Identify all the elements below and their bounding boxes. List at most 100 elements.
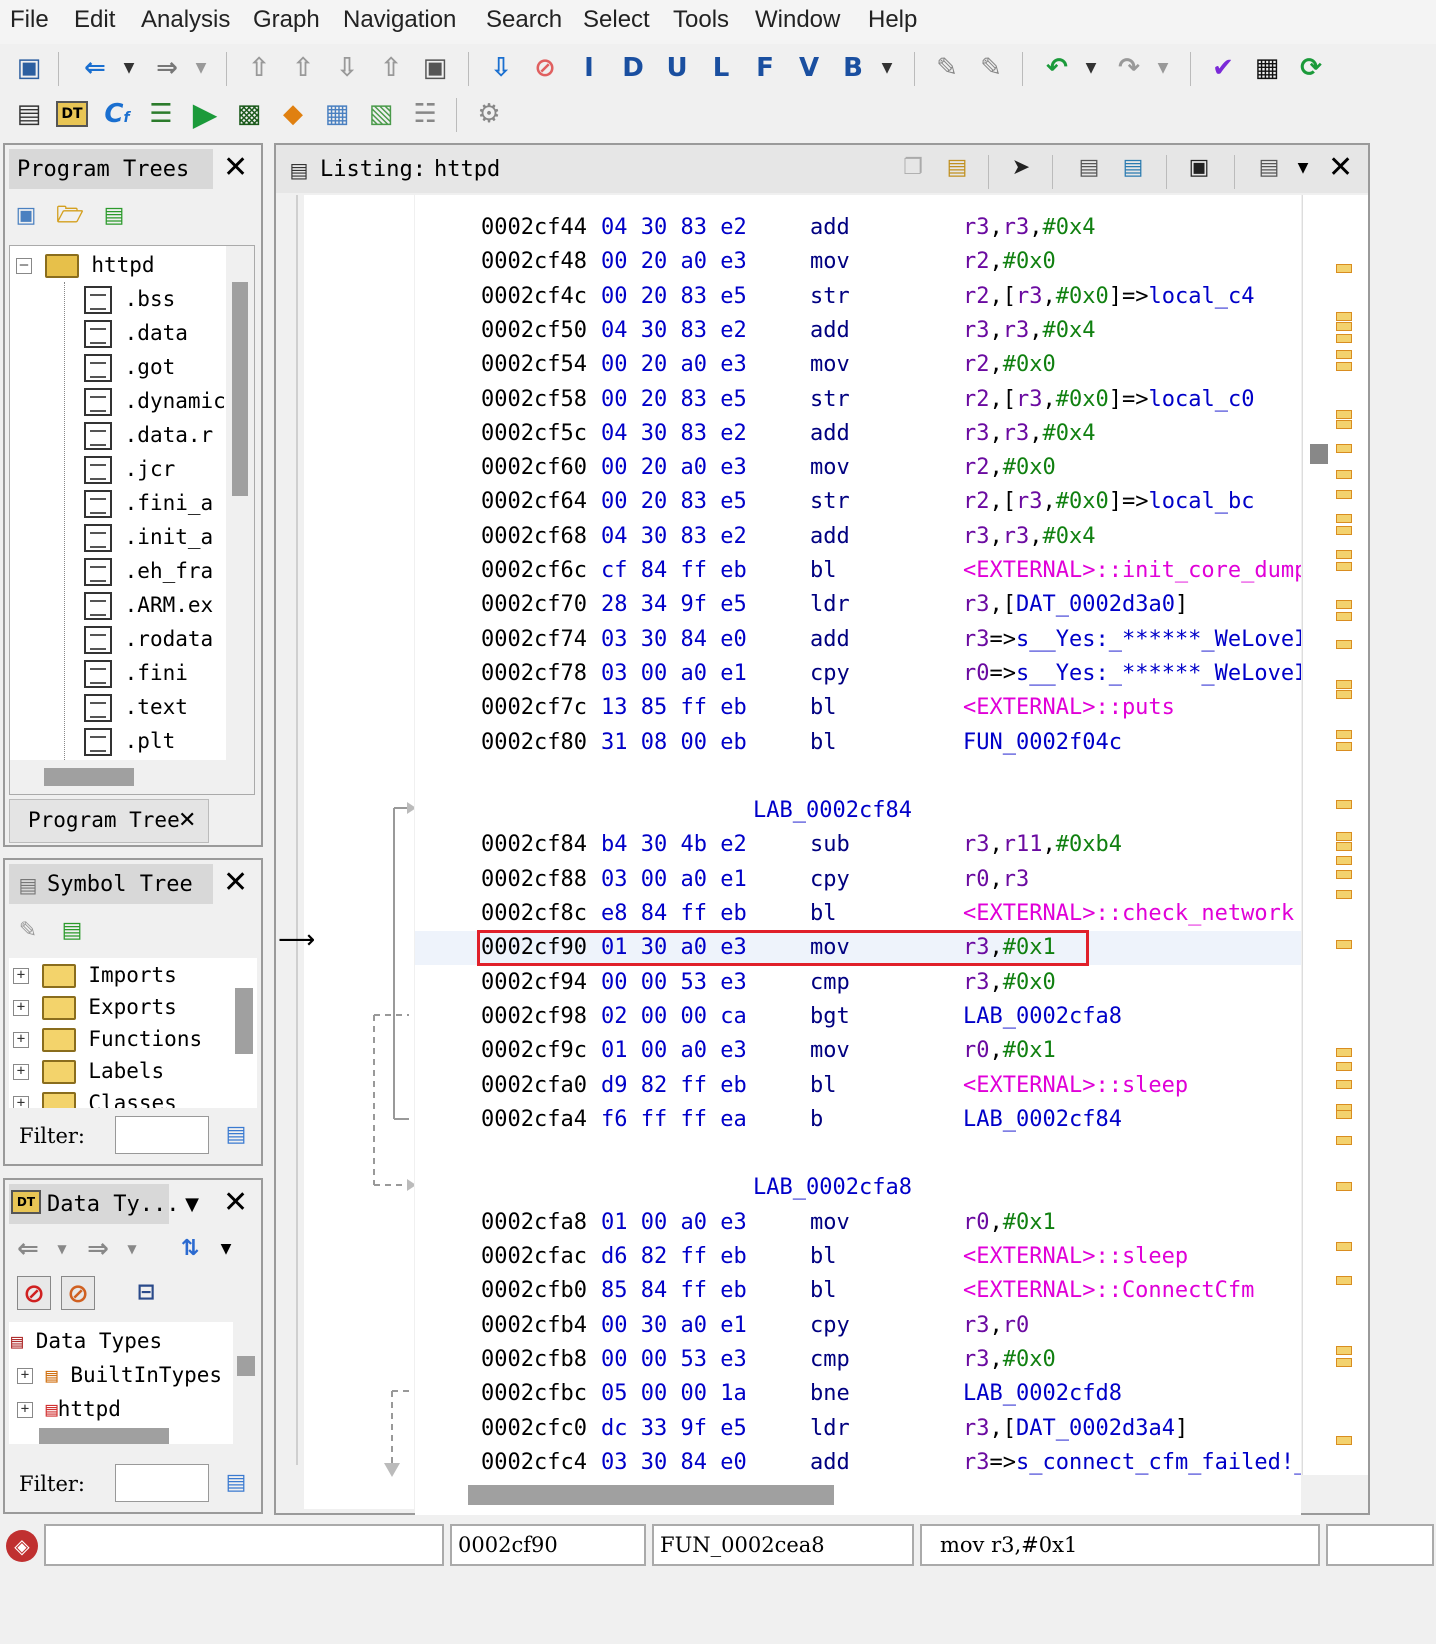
operand-token[interactable]: #0x0: [1003, 352, 1056, 377]
snapshot-camera-icon[interactable]: ▣: [1182, 151, 1216, 185]
operand-token[interactable]: r3: [963, 524, 990, 549]
panel-menu-icon[interactable]: ▤: [1252, 151, 1286, 185]
operand-token[interactable]: <EXTERNAL>::check_network: [963, 901, 1294, 926]
overview-marker[interactable]: [1336, 470, 1352, 479]
tool-b-icon[interactable]: ✎: [974, 51, 1008, 85]
close-icon[interactable]: ✕: [223, 153, 248, 183]
operand-token[interactable]: r3: [1003, 421, 1030, 446]
tree-node-fini[interactable]: .fini: [84, 656, 188, 690]
listing-row[interactable]: 0002cf7c 13 85 ff eb bl <EXTERNAL>::puts: [415, 691, 1301, 725]
overview-marker[interactable]: [1336, 1048, 1352, 1057]
code-label[interactable]: LAB_0002cfa8: [753, 1171, 912, 1205]
overview-marker[interactable]: [1336, 640, 1352, 649]
close-icon[interactable]: ✕: [223, 1188, 248, 1218]
listing-row[interactable]: 0002cf70 28 34 9f e5 ldr r3,[DAT_0002d3a0]: [415, 588, 1301, 622]
tab-program-tree[interactable]: Program Tree ✕: [9, 799, 209, 843]
undefined-u-icon[interactable]: U: [660, 51, 694, 85]
listing-row[interactable]: 0002cf80 31 08 00 eb bl FUN_0002f04c: [415, 726, 1301, 760]
instruction-i-icon[interactable]: I: [572, 51, 606, 85]
tree-node-plt[interactable]: .plt: [84, 724, 175, 758]
operand-token[interactable]: LAB_0002cfd8: [963, 1381, 1122, 1406]
menu-window[interactable]: Window: [755, 6, 840, 34]
operand-token[interactable]: r0: [963, 867, 990, 892]
menu-search[interactable]: Search: [486, 6, 562, 34]
overview-bar[interactable]: [1302, 195, 1368, 1475]
function-f-icon[interactable]: F: [748, 51, 782, 85]
overview-marker[interactable]: [1336, 742, 1352, 751]
operand-token[interactable]: r11: [1003, 832, 1043, 857]
nav-down-icon[interactable]: ⇩: [330, 51, 364, 85]
nav-up-icon[interactable]: ⇧: [286, 51, 320, 85]
expand-icon[interactable]: +: [13, 1032, 29, 1048]
tree-node-bss[interactable]: .bss: [84, 282, 175, 316]
operand-token[interactable]: r3: [963, 318, 990, 343]
symbol-filter-input[interactable]: [115, 1116, 209, 1154]
operand-token[interactable]: #0x1: [1003, 1210, 1056, 1235]
listing-row[interactable]: 0002cf48 00 20 a0 e3 mov r2,#0x0: [415, 245, 1301, 279]
overview-marker[interactable]: [1336, 350, 1352, 359]
operand-token[interactable]: local_c0: [1148, 387, 1254, 412]
listing-row[interactable]: 0002cf84 b4 30 4b e2 sub r3,r11,#0xb4: [415, 828, 1301, 862]
overview-marker[interactable]: [1336, 890, 1352, 899]
overview-marker[interactable]: [1336, 1110, 1352, 1119]
operand-token[interactable]: r3: [963, 627, 990, 652]
nav-prev-icon[interactable]: ⇧: [242, 51, 276, 85]
listing-row[interactable]: 0002cfbc 05 00 00 1a bne LAB_0002cfd8: [415, 1377, 1301, 1411]
operand-token[interactable]: #0x0: [1003, 455, 1056, 480]
listing-row[interactable]: 0002cf74 03 30 84 e0 add r3=>s__Yes:_******…: [415, 623, 1301, 657]
datatype-dt-icon[interactable]: DT: [56, 101, 88, 127]
undo-icon[interactable]: ↶: [1040, 51, 1074, 85]
export-icon[interactable]: ▧: [364, 97, 398, 131]
decompiler-cf-icon[interactable]: Cf: [100, 97, 134, 131]
operand-token[interactable]: r2: [963, 489, 990, 514]
listing-row[interactable]: 0002cf8c e8 84 ff eb bl <EXTERNAL>::check_n…: [415, 897, 1301, 931]
overview-marker[interactable]: [1336, 690, 1352, 699]
back-dropdown-icon[interactable]: ▼: [112, 51, 146, 85]
overview-marker[interactable]: [1336, 420, 1352, 429]
operand-token[interactable]: r0: [963, 661, 990, 686]
overview-marker[interactable]: [1336, 832, 1352, 841]
run-icon[interactable]: ▶: [188, 97, 222, 131]
listing-row[interactable]: 0002cf60 00 20 a0 e3 mov r2,#0x0: [415, 451, 1301, 485]
operand-token[interactable]: LAB_0002cf84: [963, 1107, 1122, 1132]
operand-token[interactable]: r2: [963, 387, 990, 412]
close-icon[interactable]: ✕: [223, 868, 248, 898]
listing-row[interactable]: 0002cf64 00 20 83 e5 str r2,[r3,#0x0]=>loca…: [415, 485, 1301, 519]
tree-node-jcr[interactable]: .jcr: [84, 452, 175, 486]
listing-row[interactable]: 0002cfa4 f6 ff ff ea b LAB_0002cf84: [415, 1103, 1301, 1137]
menu-help[interactable]: Help: [868, 6, 917, 34]
diamond-icon[interactable]: ◆: [276, 97, 310, 131]
overview-marker[interactable]: [1336, 526, 1352, 535]
operand-token[interactable]: #0x4: [1043, 524, 1096, 549]
overview-marker[interactable]: [1336, 562, 1352, 571]
nav-next-icon[interactable]: ⇧: [374, 51, 408, 85]
operand-token[interactable]: r3: [963, 832, 990, 857]
copy-icon[interactable]: ❐: [896, 151, 930, 185]
down-arrow-icon[interactable]: ⇩: [484, 51, 518, 85]
filter-pointers-icon[interactable]: ⊘: [61, 1276, 95, 1310]
calculator-icon[interactable]: ▦: [1250, 51, 1284, 85]
overview-scroll-thumb[interactable]: [1310, 444, 1328, 464]
expand-icon[interactable]: +: [13, 968, 29, 984]
listing-row[interactable]: 0002cf5c 04 30 83 e2 add r3,r3,#0x4: [415, 417, 1301, 451]
operand-token[interactable]: r3: [963, 1416, 990, 1441]
panel-menu-dropdown-icon[interactable]: ▼: [175, 1188, 209, 1222]
tree-node-data[interactable]: .data: [84, 316, 188, 350]
overview-marker[interactable]: [1336, 1346, 1352, 1355]
tree-node-dynamic[interactable]: .dynamic: [84, 384, 226, 418]
tree-node-imports[interactable]: + Imports: [13, 958, 177, 992]
stop-icon[interactable]: ⊘: [528, 51, 562, 85]
overview-marker[interactable]: [1336, 322, 1352, 331]
redo-dropdown-icon[interactable]: ▼: [1146, 51, 1180, 85]
menu-select[interactable]: Select: [583, 6, 650, 34]
operand-token[interactable]: #0xb4: [1056, 832, 1122, 857]
listing-row[interactable]: 0002cf50 04 30 83 e2 add r3,r3,#0x4: [415, 314, 1301, 348]
expand-icon[interactable]: +: [17, 1402, 33, 1418]
operand-token[interactable]: <EXTERNAL>::sleep: [963, 1244, 1188, 1269]
tree-node-fini-array[interactable]: .fini_a: [84, 486, 213, 520]
listing-row[interactable]: 0002cf98 02 00 00 ca bgt LAB_0002cfa8: [415, 1000, 1301, 1034]
operand-token[interactable]: r3: [963, 421, 990, 446]
listing-label-row[interactable]: LAB_0002cfa8: [415, 1171, 1301, 1205]
operand-token[interactable]: #0x0: [1003, 970, 1056, 995]
operand-token[interactable]: <EXTERNAL>::ConnectCfm: [963, 1278, 1254, 1303]
